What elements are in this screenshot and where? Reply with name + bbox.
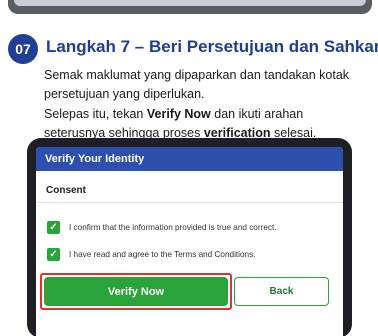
section-divider [36,202,343,203]
screen-header-title: Verify Your Identity [45,153,145,165]
instruction-paragraph-1: Semak maklumat yang dipaparkan dan tanda… [44,68,350,101]
step-number: 07 [15,41,31,57]
check-icon[interactable]: ✓ [47,248,60,261]
check-icon[interactable]: ✓ [47,221,60,234]
consent-checkbox-row-2[interactable]: ✓ I have read and agree to the Terms and… [47,248,255,261]
step-number-badge: 07 [8,34,38,64]
para2-bold-verify-now: Verify Now [146,107,211,121]
back-button[interactable]: Back [234,277,329,306]
verify-now-button[interactable]: Verify Now [44,277,228,306]
consent-label-2: I have read and agree to the Terms and C… [69,250,256,259]
para2-text-pre: Selepas itu, tekan [44,107,147,121]
consent-checkbox-row-1[interactable]: ✓ I confirm that the information provide… [47,221,277,234]
device-top-edge [8,0,372,14]
verify-identity-screen: Verify Your Identity Consent ✓ I confirm… [36,147,343,336]
step-title: Langkah 7 – Beri Persetujuan dan Sahkan [46,37,378,56]
phone-device-frame: Verify Your Identity Consent ✓ I confirm… [27,138,352,336]
consent-label-1: I confirm that the information provided … [69,223,277,232]
consent-section-title: Consent [46,185,86,196]
screen-header: Verify Your Identity [36,147,343,171]
